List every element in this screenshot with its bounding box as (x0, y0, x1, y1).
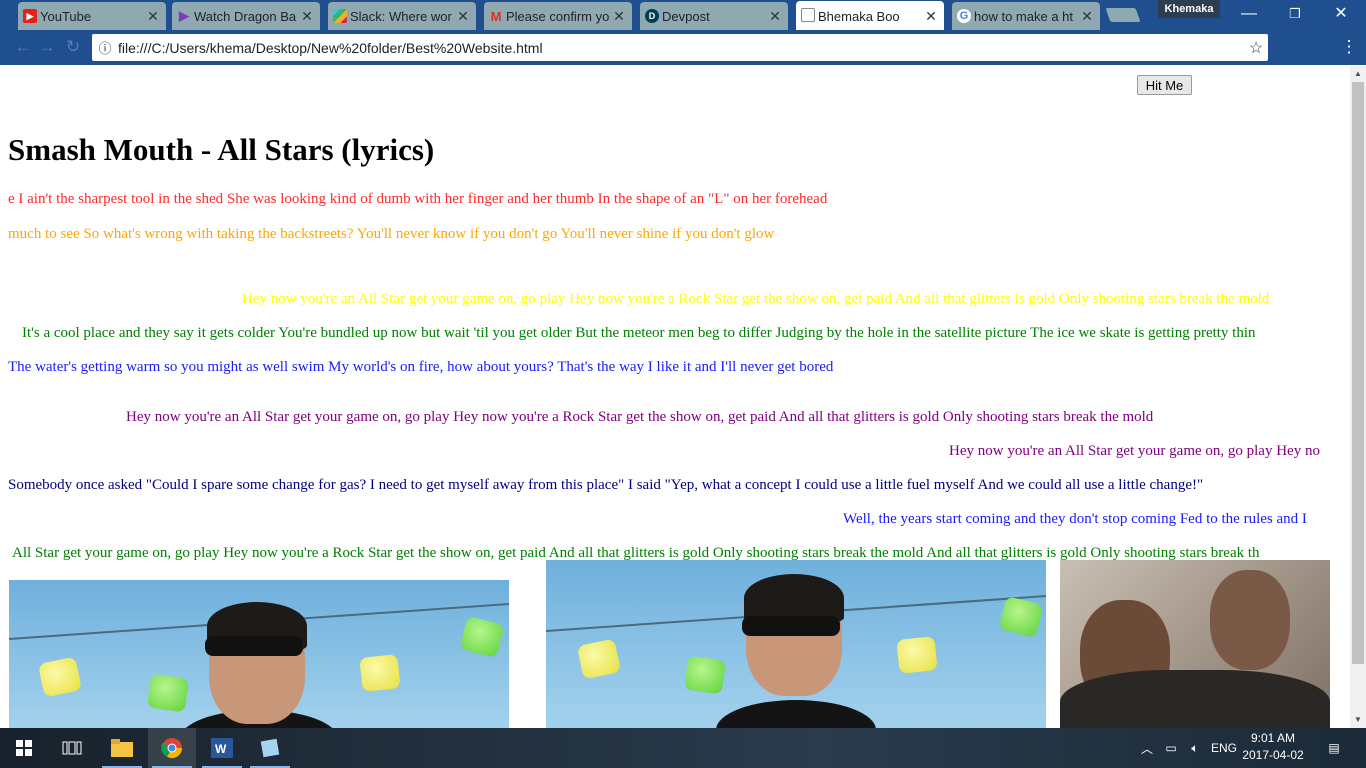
slack-icon (333, 9, 347, 23)
lyrics-marquee: Somebody once asked "Could I spare some … (8, 477, 1204, 493)
task-view-icon[interactable] (48, 728, 96, 768)
smash-mouth-image (546, 560, 1046, 728)
profile-button[interactable]: Khemaka (1158, 0, 1220, 18)
tab-youtube[interactable]: ▶ YouTube ✕ (18, 2, 166, 30)
lyrics-marquee: Hey now you're an All Star get your game… (126, 409, 1154, 425)
info-icon[interactable]: ⓘ (92, 38, 118, 57)
forward-arrow-icon[interactable]: → (36, 36, 58, 58)
tab-devpost[interactable]: D Devpost ✕ (640, 2, 788, 30)
tab-title: Devpost (662, 8, 710, 24)
address-bar[interactable]: ⓘ ☆ (92, 34, 1268, 61)
tab-google-search[interactable]: G how to make a ht ✕ (952, 2, 1100, 30)
close-icon[interactable]: ✕ (456, 8, 470, 25)
devpost-icon: D (645, 9, 659, 23)
tab-title: how to make a ht (974, 8, 1073, 24)
tab-title: Slack: Where wor (350, 8, 452, 24)
scroll-thumb[interactable] (1352, 82, 1364, 664)
clock-time: 9:01 AM (1250, 731, 1296, 745)
reload-icon[interactable]: ↻ (62, 36, 84, 58)
browser-toolbar: ← → ↻ ⓘ ☆ O ⤒ ⋮ (0, 30, 1366, 86)
lyrics-marquee: It's a cool place and they say it gets c… (22, 325, 1256, 341)
action-center-icon[interactable]: ▤ (1322, 728, 1346, 768)
lyrics-marquee: Hey now you're an All Star get your game… (949, 443, 1320, 459)
close-icon[interactable]: ✕ (146, 8, 160, 25)
page-title: Smash Mouth - All Stars (lyrics) (8, 132, 435, 167)
close-icon[interactable]: ✕ (300, 8, 314, 25)
battery-icon[interactable]: ▭ (1160, 728, 1182, 768)
url-input[interactable] (118, 39, 1244, 56)
back-arrow-icon[interactable]: ← (12, 36, 34, 58)
chrome-icon[interactable] (148, 728, 196, 768)
svg-text:W: W (215, 742, 227, 756)
restore-icon[interactable]: ❐ (1272, 0, 1318, 28)
tab-strip: ▶ YouTube ✕ ▶ Watch Dragon Ba ✕ Slack: W… (0, 0, 1366, 31)
tab-gmail[interactable]: M Please confirm yo ✕ (484, 2, 632, 30)
tab-title: Please confirm yo (506, 8, 610, 24)
clock-date: 2017-04-02 (1242, 748, 1304, 762)
page-scrollbar[interactable]: ▲ ▼ (1350, 66, 1366, 728)
tab-bhemaka-boo[interactable]: Bhemaka Boo ✕ (796, 1, 944, 31)
close-icon[interactable]: ✕ (612, 8, 626, 25)
gmail-icon: M (490, 8, 502, 24)
word-icon[interactable]: W (198, 728, 246, 768)
tab-watch-dragon-ball[interactable]: ▶ Watch Dragon Ba ✕ (172, 2, 320, 30)
new-tab-button[interactable] (1105, 8, 1141, 22)
hit-me-button[interactable]: Hit Me (1137, 75, 1192, 95)
windows-start-icon[interactable] (0, 728, 48, 768)
notepad-icon[interactable] (246, 728, 294, 768)
menu-kebab-icon[interactable]: ⋮ (1338, 36, 1360, 58)
volume-icon[interactable]: 🔈︎ (1184, 728, 1206, 768)
lyrics-marquee: much to see So what's wrong with taking … (8, 226, 775, 242)
lyrics-marquee: The water's getting warm so you might as… (8, 359, 834, 375)
close-icon[interactable]: ✕ (768, 8, 782, 25)
close-icon[interactable]: ✕ (1080, 8, 1094, 25)
clock[interactable]: 9:01 AM 2017-04-02 (1236, 730, 1310, 764)
minimize-icon[interactable]: — (1226, 0, 1272, 28)
lyrics-marquee: Well, the years start coming and they do… (843, 511, 1307, 527)
show-hidden-icons-chevron-icon[interactable]: ︿ (1138, 728, 1156, 768)
windows-taskbar: W ︿ ▭ 🔈︎ ENG 9:01 AM 2017-04-02 ▤ (0, 728, 1366, 768)
close-icon[interactable]: ✕ (924, 8, 938, 25)
smash-mouth-image (9, 580, 509, 728)
play-icon: ▶ (179, 8, 189, 23)
lyrics-marquee: Hey now you're an All Star get your game… (242, 291, 1270, 307)
tab-title: Bhemaka Boo (818, 8, 900, 24)
tab-title: Watch Dragon Ba (194, 8, 297, 24)
tab-slack[interactable]: Slack: Where wor ✕ (328, 2, 476, 30)
tab-title: YouTube (40, 8, 92, 24)
scroll-down-arrow-icon[interactable]: ▼ (1350, 712, 1366, 728)
file-explorer-icon[interactable] (98, 728, 146, 768)
lyrics-marquee: e I ain't the sharpest tool in the shed … (8, 191, 828, 207)
scroll-up-arrow-icon[interactable]: ▲ (1350, 66, 1366, 82)
close-window-icon[interactable]: ✕ (1318, 0, 1364, 28)
blank-page-icon (801, 8, 815, 22)
web-page: Hit Me Smash Mouth - All Stars (lyrics) … (0, 66, 1350, 728)
meme-image (1060, 560, 1330, 728)
google-icon: G (957, 9, 971, 23)
bookmark-star-icon[interactable]: ☆ (1244, 38, 1268, 58)
youtube-icon: ▶ (23, 9, 37, 23)
